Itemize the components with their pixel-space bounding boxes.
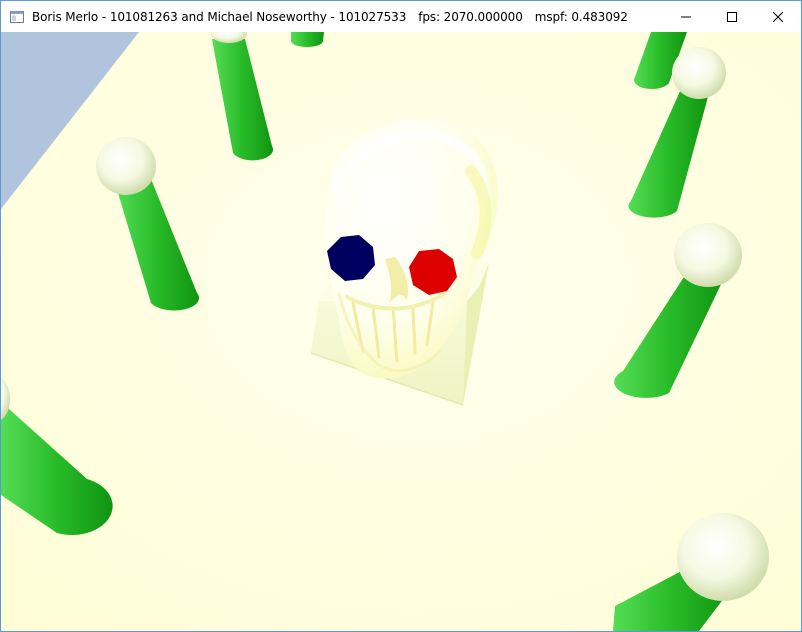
- title-bar[interactable]: Boris Merlo - 101081263 and Michael Nose…: [1, 1, 801, 32]
- minimize-icon: [681, 16, 691, 17]
- sphere: [677, 513, 769, 601]
- app-window-icon: [9, 9, 25, 25]
- app-window: Boris Merlo - 101081263 and Michael Nose…: [0, 0, 802, 632]
- close-button[interactable]: [755, 1, 801, 32]
- mspf-readout: mspf: 0.483092: [534, 9, 628, 24]
- pillar-top-center: [291, 32, 324, 47]
- sphere: [674, 223, 742, 287]
- close-icon: [773, 11, 783, 22]
- render-viewport[interactable]: [1, 32, 801, 631]
- maximize-icon: [727, 11, 737, 22]
- sphere: [672, 47, 726, 99]
- minimize-button[interactable]: [663, 1, 709, 32]
- maximize-button[interactable]: [709, 1, 755, 32]
- window-title: Boris Merlo - 101081263 and Michael Nose…: [32, 10, 663, 24]
- fps-readout: fps: 2070.000000: [418, 9, 523, 24]
- sphere: [96, 137, 156, 195]
- title-authors: Boris Merlo - 101081263 and Michael Nose…: [32, 9, 407, 24]
